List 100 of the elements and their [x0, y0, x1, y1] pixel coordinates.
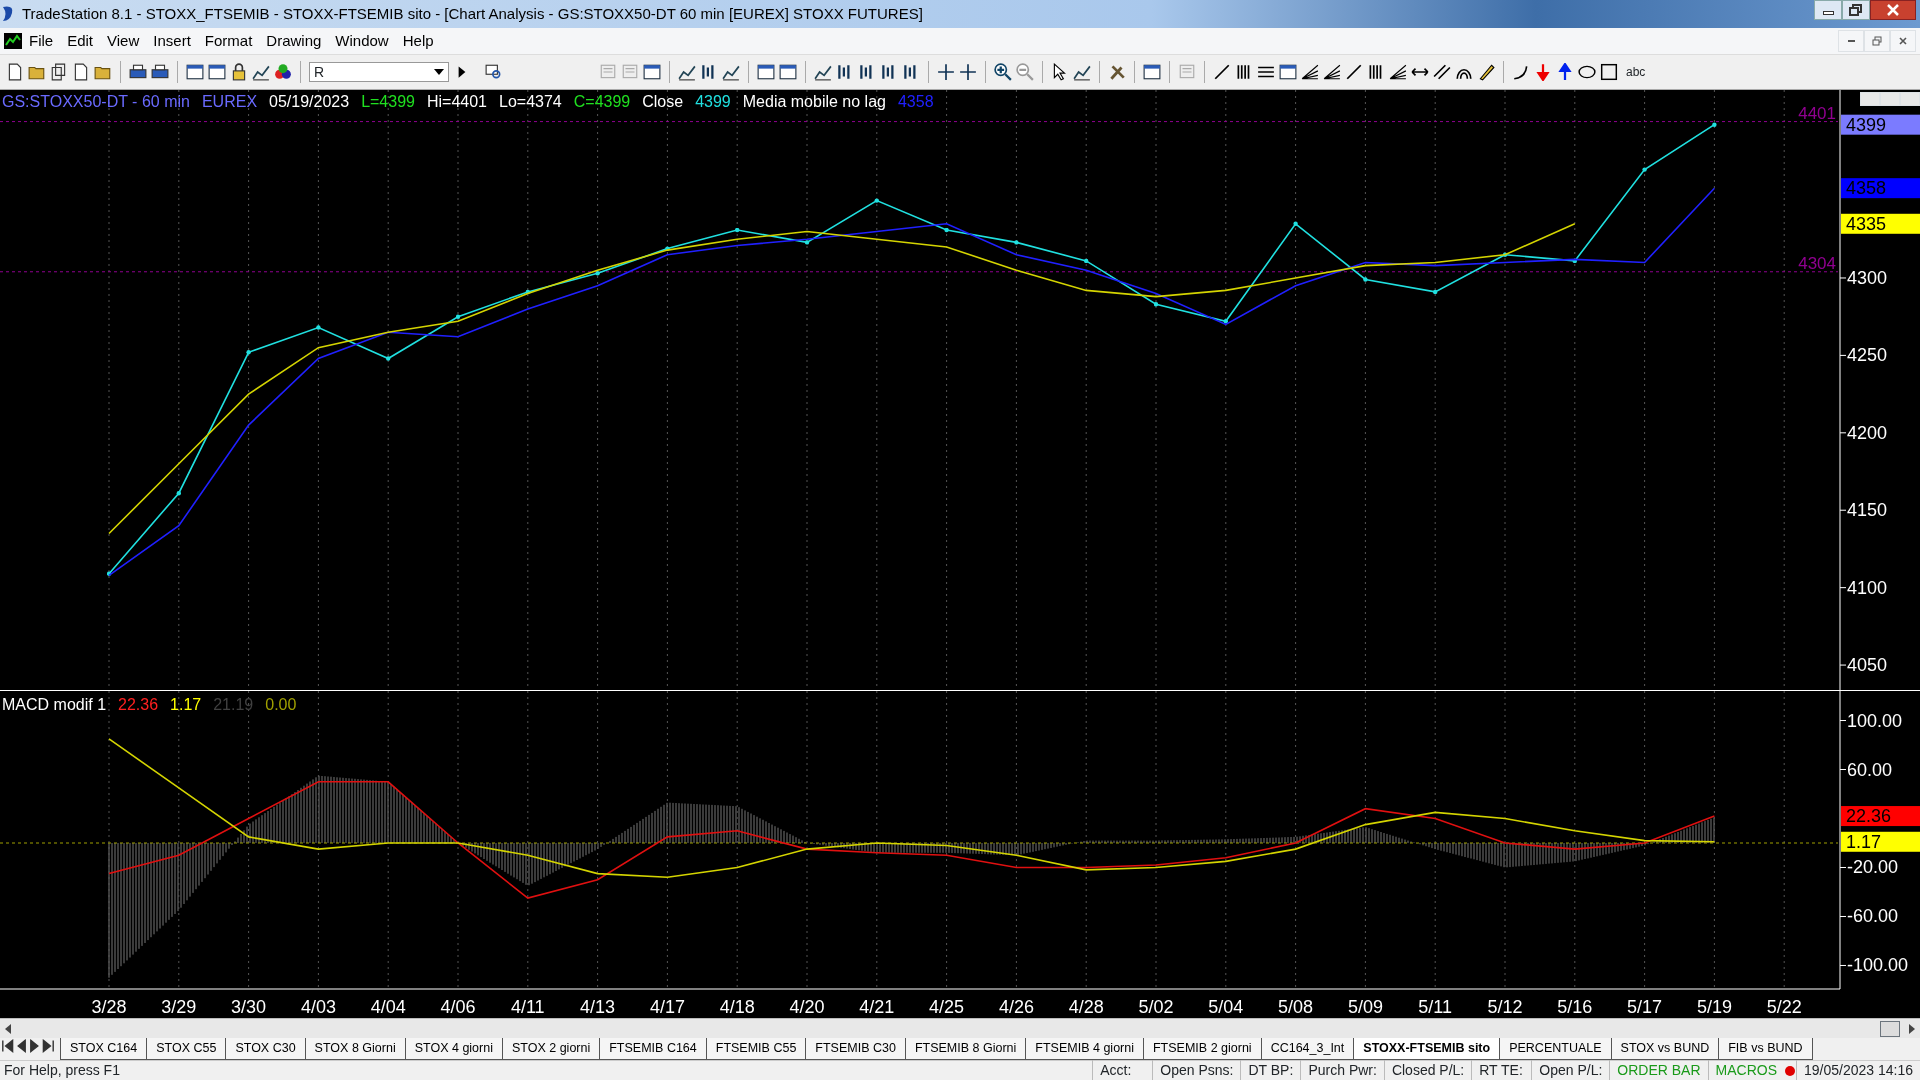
date-label: 4/11	[510, 997, 545, 1017]
cursor-icon[interactable]	[1051, 63, 1069, 81]
crosshair-icon[interactable]	[959, 63, 977, 81]
sheet-tab[interactable]: FIB vs BUND	[1718, 1038, 1813, 1060]
legend-text: Media mobile no lag	[742, 92, 886, 112]
fan-lines-icon[interactable]	[1323, 63, 1341, 81]
zoom-in-icon[interactable]	[994, 63, 1012, 81]
sheet-tab[interactable]: PERCENTUALE	[1499, 1038, 1612, 1060]
menu-item[interactable]: Edit	[60, 27, 101, 55]
date-label: 4/17	[649, 997, 685, 1017]
sheet-tab[interactable]: STOX C55	[146, 1038, 227, 1060]
window-icon[interactable]	[186, 63, 204, 81]
date-label: 3/28	[91, 997, 127, 1017]
sheet-tab[interactable]: STOX C164	[60, 1038, 148, 1060]
last-tab-icon[interactable]	[42, 1038, 56, 1054]
level-label: 4401	[1798, 103, 1836, 123]
maximize-button[interactable]	[1842, 0, 1870, 20]
sheet-tab[interactable]: STOX 2 giorni	[501, 1038, 601, 1060]
date-label: 5/22	[1766, 997, 1802, 1017]
chart-icon[interactable]	[722, 63, 740, 81]
menu-item[interactable]: Help	[395, 27, 441, 55]
sheet-tab[interactable]: FTSEMIB C30	[805, 1038, 906, 1060]
menu-item[interactable]: Format	[197, 27, 260, 55]
close-button[interactable]	[1870, 0, 1916, 20]
scroll-left-icon[interactable]	[4, 1023, 12, 1034]
sheet-tab[interactable]: STOX 8 Giorni	[304, 1038, 406, 1060]
arrow-up-icon[interactable]	[1556, 63, 1574, 81]
legend-text: MACD modif 1	[2, 695, 107, 715]
search-icon[interactable]	[485, 63, 503, 81]
menu-item[interactable]: File	[22, 27, 61, 55]
chart-icon[interactable]	[814, 63, 832, 81]
crosshair-icon[interactable]	[937, 63, 955, 81]
chart-icon[interactable]	[252, 63, 270, 81]
sheet-tab[interactable]: FTSEMIB 2 giorni	[1143, 1038, 1262, 1060]
sheet-tab[interactable]: FTSEMIB C55	[705, 1038, 807, 1060]
scroll-thumb[interactable]	[1880, 1020, 1900, 1037]
fan-lines-icon[interactable]	[1389, 63, 1407, 81]
sheet-tab[interactable]: CC164_3_Int	[1260, 1038, 1355, 1060]
date-label: 5/16	[1557, 997, 1593, 1017]
sheet-tab[interactable]: FTSEMIB 8 Giorni	[904, 1038, 1027, 1060]
menu-item[interactable]: View	[100, 27, 147, 55]
ellipse-icon[interactable]	[1578, 63, 1596, 81]
sheet-tab[interactable]: STOX vs BUND	[1610, 1038, 1720, 1060]
window-icon[interactable]	[643, 63, 661, 81]
window-icon[interactable]	[779, 63, 797, 81]
close-icon	[1898, 36, 1908, 46]
window-icon[interactable]	[1143, 63, 1161, 81]
documents-icon[interactable]	[50, 63, 68, 81]
window-icon[interactable]	[1279, 63, 1297, 81]
first-tab-icon[interactable]	[0, 1038, 14, 1054]
axis-label: 100.00	[1847, 710, 1903, 731]
chart-icon[interactable]	[1073, 63, 1091, 81]
scroll-right-icon[interactable]	[1908, 1023, 1916, 1034]
symbol-combobox[interactable]: R	[309, 62, 449, 82]
pencil-icon[interactable]	[1477, 63, 1495, 81]
sheet-tab[interactable]: STOX C30	[225, 1038, 306, 1060]
legend-text: Close	[642, 92, 684, 112]
minimize-button[interactable]	[1814, 0, 1842, 20]
trend-line-icon[interactable]	[1345, 63, 1363, 81]
menu-item[interactable]: Drawing	[259, 27, 329, 55]
curve-icon[interactable]	[1512, 63, 1530, 81]
axis-label: 60.00	[1847, 759, 1893, 780]
printer-icon[interactable]	[151, 63, 169, 81]
legend-text: Lo=4374	[499, 92, 562, 112]
chart-window-icon[interactable]	[4, 33, 22, 49]
mdi-minimize-button[interactable]	[1838, 30, 1864, 52]
level-label: 4304	[1798, 253, 1836, 273]
sheet-tab[interactable]: FTSEMIB C164	[599, 1038, 707, 1060]
sheet-tab[interactable]: FTSEMIB 4 giorni	[1025, 1038, 1144, 1060]
trend-line-icon[interactable]	[1213, 63, 1231, 81]
menu-item[interactable]: Window	[328, 27, 396, 55]
arrow-down-icon[interactable]	[1534, 63, 1552, 81]
fan-lines-icon[interactable]	[1301, 63, 1319, 81]
window-icon[interactable]	[208, 63, 226, 81]
document-icon[interactable]	[6, 63, 24, 81]
mdi-close-button[interactable]	[1890, 30, 1916, 52]
printer-icon[interactable]	[129, 63, 147, 81]
document-icon[interactable]	[72, 63, 90, 81]
text-tool-button[interactable]: abc	[1622, 63, 1650, 81]
colored-balls-icon[interactable]	[274, 63, 292, 81]
window-title: TradeStation 8.1 - STOXX_FTSEMIB - STOXX-FTSEMIB sito - [Chart Analysis - GS:STOXX50-DT 60 min [EUREX] STOXX FUTURES]	[21, 3, 924, 24]
legend-text: 0.00	[265, 695, 297, 715]
axis-label: 4150	[1847, 500, 1888, 521]
legend-text: L=4399	[361, 92, 415, 112]
menu-item[interactable]: Insert	[146, 27, 198, 55]
lock-icon[interactable]	[230, 63, 248, 81]
maximize-icon	[1849, 4, 1863, 16]
date-label: 5/04	[1208, 997, 1244, 1017]
date-label: 5/17	[1627, 997, 1663, 1017]
date-label: 4/25	[929, 997, 965, 1017]
axis-label: -60.00	[1847, 906, 1899, 927]
chart-icon[interactable]	[678, 63, 696, 81]
date-label: 4/03	[300, 997, 336, 1017]
rectangle-icon[interactable]	[1600, 63, 1618, 81]
sheet-tab[interactable]: STOX 4 giorni	[404, 1038, 503, 1060]
caret-icon	[434, 69, 444, 75]
axis-label: 4200	[1847, 422, 1888, 443]
sheet-tab[interactable]: STOXX-FTSEMIB sito	[1353, 1038, 1501, 1060]
parallel-lines-icon[interactable]	[1433, 63, 1451, 81]
window-icon[interactable]	[757, 63, 775, 81]
